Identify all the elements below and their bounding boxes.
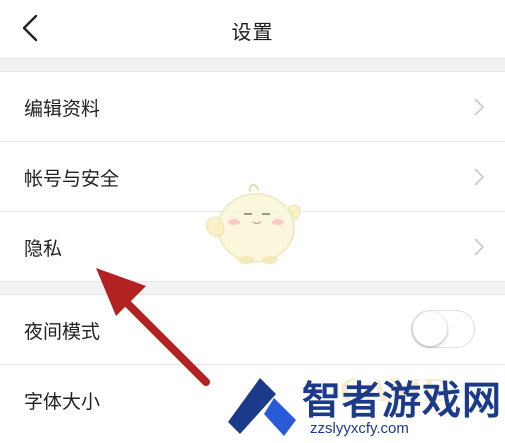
header-bar: 设置: [0, 0, 505, 59]
row-label: 帐号与安全: [24, 168, 120, 190]
toggle-knob: [413, 312, 447, 346]
watermark-logo-icon: [228, 378, 296, 436]
page-title: 设置: [231, 20, 274, 44]
settings-row-night-mode: 夜间模式: [0, 295, 505, 365]
row-label: 隐私: [24, 238, 63, 260]
watermark-brand: 智者游戏网: [302, 379, 503, 424]
night-mode-toggle[interactable]: [411, 310, 475, 348]
chevron-right-icon: [474, 168, 485, 186]
chevron-right-icon: [474, 98, 485, 116]
row-label: 编辑资料: [24, 98, 101, 120]
row-label: 字体大小: [24, 391, 101, 413]
settings-row-edit-profile[interactable]: 编辑资料: [0, 72, 505, 142]
watermark-url: zzslyyxcfy.com: [310, 420, 409, 437]
row-label: 夜间模式: [24, 321, 101, 343]
chevron-right-icon: [474, 238, 485, 256]
mascot-watermark-image: [205, 184, 301, 264]
